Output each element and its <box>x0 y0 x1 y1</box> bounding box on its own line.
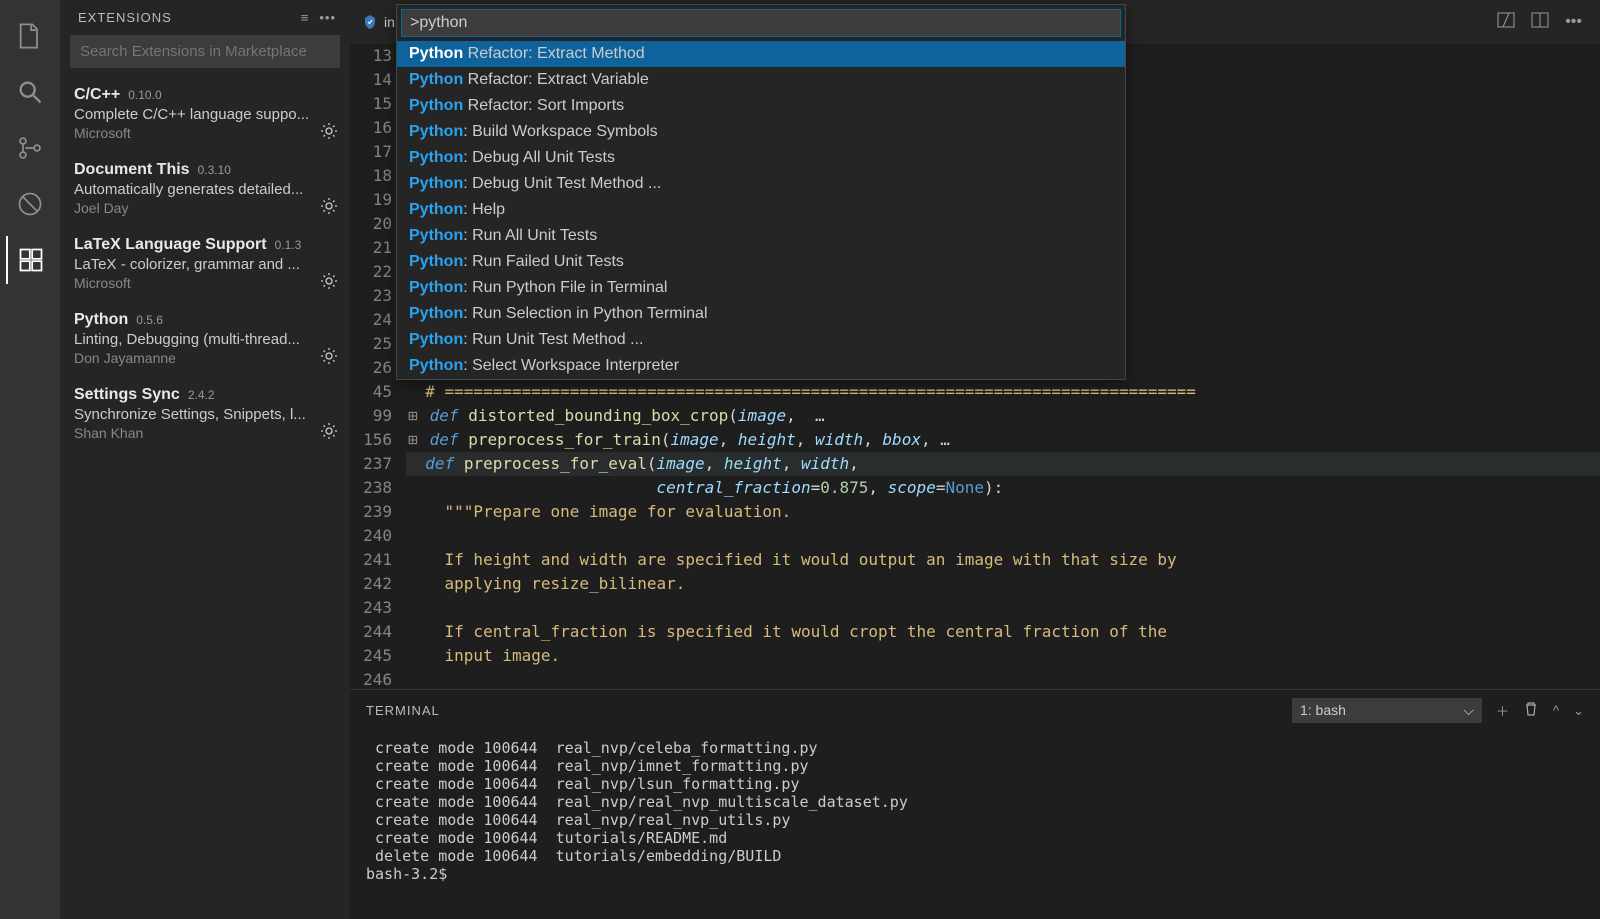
terminal-selector[interactable]: 1: bash⌵ <box>1292 698 1482 723</box>
terminal-title: TERMINAL <box>366 703 440 718</box>
extensions-list: C/C++0.10.0 Complete C/C++ language supp… <box>60 78 350 453</box>
command-palette-item[interactable]: Python Refactor: Extract Variable <box>397 67 1125 93</box>
kill-terminal-icon[interactable] <box>1523 701 1539 720</box>
command-palette-item[interactable]: Python: Help <box>397 197 1125 223</box>
tab-bar: in ••• Python Refactor: Extract MethodPy… <box>350 0 1600 44</box>
command-palette-item[interactable]: Python: Run Selection in Python Terminal <box>397 301 1125 327</box>
maximize-terminal-icon[interactable]: ^ <box>1553 703 1559 718</box>
command-palette-item[interactable]: Python: Build Workspace Symbols <box>397 119 1125 145</box>
more-actions-icon[interactable]: ••• <box>1565 13 1582 31</box>
command-palette: Python Refactor: Extract MethodPython Re… <box>396 4 1126 380</box>
extension-item[interactable]: LaTeX Language Support0.1.3 LaTeX - colo… <box>60 228 350 303</box>
gear-icon[interactable] <box>320 347 338 370</box>
extension-item[interactable]: C/C++0.10.0 Complete C/C++ language supp… <box>60 78 350 153</box>
source-control-icon[interactable] <box>6 124 54 172</box>
command-palette-item[interactable]: Python: Debug Unit Test Method ... <box>397 171 1125 197</box>
more-icon[interactable]: ••• <box>319 10 336 25</box>
search-icon[interactable] <box>6 68 54 116</box>
extension-item[interactable]: Document This0.3.10 Automatically genera… <box>60 153 350 228</box>
command-palette-item[interactable]: Python: Run Unit Test Method ... <box>397 327 1125 353</box>
gear-icon[interactable] <box>320 272 338 295</box>
explorer-icon[interactable] <box>6 12 54 60</box>
command-palette-item[interactable]: Python Refactor: Extract Method <box>397 41 1125 67</box>
command-palette-item[interactable]: Python: Select Workspace Interpreter <box>397 353 1125 379</box>
command-palette-list: Python Refactor: Extract MethodPython Re… <box>397 41 1125 379</box>
terminal-output[interactable]: create mode 100644 real_nvp/celeba_forma… <box>350 731 1600 919</box>
gear-icon[interactable] <box>320 422 338 445</box>
filter-icon[interactable]: ≡ <box>301 10 310 25</box>
terminal-panel: TERMINAL 1: bash⌵ ＋ ^ ⌄ create mode 1006… <box>350 689 1600 919</box>
command-palette-item[interactable]: Python Refactor: Sort Imports <box>397 93 1125 119</box>
debug-icon[interactable] <box>6 180 54 228</box>
chevron-down-icon[interactable]: ⌄ <box>1573 703 1584 719</box>
command-palette-item[interactable]: Python: Run All Unit Tests <box>397 223 1125 249</box>
command-palette-item[interactable]: Python: Run Failed Unit Tests <box>397 249 1125 275</box>
extension-item[interactable]: Python0.5.6 Linting, Debugging (multi-th… <box>60 303 350 378</box>
extensions-search-input[interactable] <box>70 35 340 68</box>
new-terminal-icon[interactable]: ＋ <box>1496 701 1509 720</box>
sidebar-title: EXTENSIONS <box>78 10 172 25</box>
activity-bar <box>0 0 60 919</box>
layout-icon[interactable] <box>1531 11 1549 34</box>
command-palette-input[interactable] <box>401 9 1121 37</box>
extension-item[interactable]: Settings Sync2.4.2 Synchronize Settings,… <box>60 378 350 453</box>
extensions-sidebar: EXTENSIONS ≡ ••• C/C++0.10.0 Complete C/… <box>60 0 350 919</box>
gear-icon[interactable] <box>320 122 338 145</box>
editor-main: in ••• Python Refactor: Extract MethodPy… <box>350 0 1600 919</box>
split-icon[interactable] <box>1497 11 1515 34</box>
tab-label: in <box>384 14 395 30</box>
command-palette-item[interactable]: Python: Run Python File in Terminal <box>397 275 1125 301</box>
command-palette-item[interactable]: Python: Debug All Unit Tests <box>397 145 1125 171</box>
gear-icon[interactable] <box>320 197 338 220</box>
extensions-icon[interactable] <box>6 236 54 284</box>
